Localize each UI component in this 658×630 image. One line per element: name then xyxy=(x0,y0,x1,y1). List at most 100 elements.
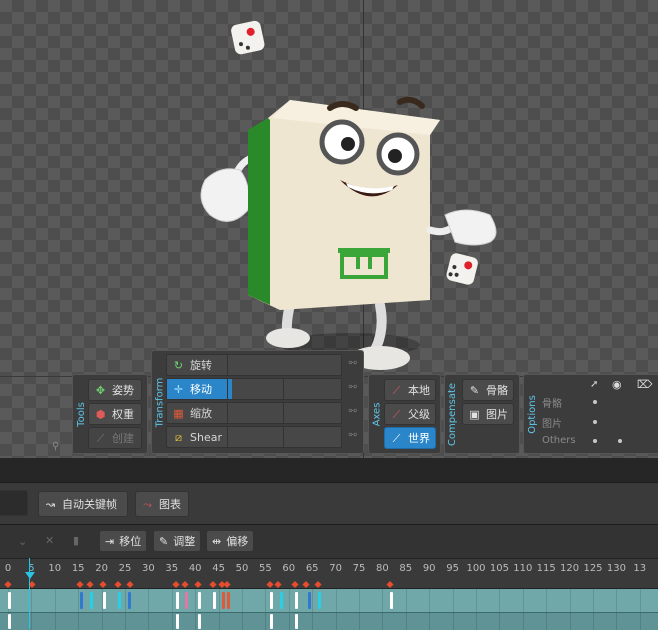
keyframe-marker[interactable] xyxy=(314,580,322,589)
transform-panel: Transform ↻ 旋转 ⚯ ✛ 移动 ⚯ ▦ 缩放 ⚯ ⧄ Shear ⚯ xyxy=(151,350,364,454)
keyframe-marker[interactable] xyxy=(386,580,394,589)
ruler-tick: 13 xyxy=(633,563,647,574)
scale-row[interactable]: ▦ 缩放 ⚯ xyxy=(166,402,357,424)
world-button[interactable]: ⟋ 世界 xyxy=(384,427,436,449)
key-marker[interactable] xyxy=(128,592,131,609)
keyframe-marker[interactable] xyxy=(4,580,12,589)
pose-button[interactable]: ✥ 姿势 xyxy=(88,379,142,401)
ruler-tick: 95 xyxy=(446,563,459,574)
shift-button[interactable]: ⇹ 偏移 xyxy=(206,530,254,552)
option-row-bones: 骨骼 xyxy=(542,399,562,410)
playhead-handle[interactable] xyxy=(25,572,35,579)
option-toggle[interactable] xyxy=(593,439,597,443)
keyframe-marker[interactable] xyxy=(181,580,189,589)
ruler-tick: 110 xyxy=(513,563,533,574)
parent-button[interactable]: ⟋ 父级 xyxy=(384,403,436,425)
key-icon[interactable]: ⌄ xyxy=(18,535,27,548)
autokey-button[interactable]: ↝ 自动关键帧 xyxy=(38,491,128,517)
key-marker[interactable] xyxy=(270,592,273,609)
local-axis-icon: ⟋ xyxy=(392,383,401,397)
key-marker[interactable] xyxy=(308,592,311,609)
keyframe-marker[interactable] xyxy=(114,580,122,589)
character-illustration[interactable] xyxy=(190,20,520,380)
key-marker[interactable] xyxy=(213,592,216,609)
partial-field[interactable] xyxy=(0,490,28,516)
keyframe-marker[interactable] xyxy=(302,580,310,589)
keyframe-marker[interactable] xyxy=(126,580,134,589)
keyframe-marker[interactable] xyxy=(194,580,202,589)
compensate-bones-button[interactable]: ✎ 骨骼 xyxy=(462,379,514,401)
key-marker[interactable] xyxy=(176,614,179,629)
link-icon[interactable]: ⚯ xyxy=(349,382,357,393)
trash-icon[interactable]: ▮ xyxy=(73,534,79,547)
timeline-track-lower[interactable] xyxy=(0,612,658,630)
keyframe-marker[interactable] xyxy=(291,580,299,589)
timeline-ruler[interactable]: 0 5 10 15 20 25 30 35 40 45 50 55 60 65 70 75 80 85 90 95 10… xyxy=(0,558,658,589)
ruler-tick: 85 xyxy=(399,563,413,574)
adjust-button[interactable]: ✎ 调整 xyxy=(153,530,201,552)
offset-icon: ⇥ xyxy=(105,534,115,548)
local-button[interactable]: ⟋ 本地 xyxy=(384,379,436,401)
lock-icon[interactable]: ⚲ xyxy=(52,441,59,452)
keyframe-marker[interactable] xyxy=(223,580,231,589)
key-marker[interactable] xyxy=(8,614,11,629)
option-toggle[interactable] xyxy=(593,420,597,424)
create-button[interactable]: ⟋ 创建 xyxy=(88,427,142,449)
keyframe-marker[interactable] xyxy=(99,580,107,589)
key-marker[interactable] xyxy=(227,592,230,609)
option-row-others: Others xyxy=(542,435,576,446)
keyframe-marker[interactable] xyxy=(76,580,84,589)
keyframe-marker[interactable] xyxy=(172,580,180,589)
key-marker[interactable] xyxy=(270,614,273,629)
keyframe-marker[interactable] xyxy=(86,580,94,589)
option-row-images: 图片 xyxy=(542,419,562,430)
ruler-tick: 55 xyxy=(259,563,272,574)
graph-icon: ⤳ xyxy=(143,497,152,511)
rotate-icon: ↻ xyxy=(173,358,184,372)
pencil-icon: ✎ xyxy=(159,534,169,548)
ruler-tick: 125 xyxy=(583,563,603,574)
key-marker[interactable] xyxy=(198,592,201,609)
ruler-tick: 65 xyxy=(305,563,319,574)
option-toggle[interactable] xyxy=(593,400,597,404)
keyframe-marker[interactable] xyxy=(274,580,282,589)
create-icon: ⟋ xyxy=(96,431,105,445)
key-marker[interactable] xyxy=(90,592,93,609)
weight-button[interactable]: ⬢ 权重 xyxy=(88,403,142,425)
key-marker[interactable] xyxy=(295,592,298,609)
link-icon[interactable]: ⚯ xyxy=(349,406,357,417)
option-toggle[interactable] xyxy=(618,439,622,443)
link-icon[interactable]: ⚯ xyxy=(349,358,357,369)
ruler-tick: 80 xyxy=(376,563,389,574)
key-marker[interactable] xyxy=(280,592,283,609)
timeline-track[interactable] xyxy=(0,588,658,613)
graph-button[interactable]: ⤳ 图表 xyxy=(135,491,189,517)
key-marker[interactable] xyxy=(318,592,321,609)
key-marker[interactable] xyxy=(295,614,298,629)
key-marker[interactable] xyxy=(185,592,188,609)
rotate-row[interactable]: ↻ 旋转 ⚯ xyxy=(166,354,357,376)
shear-row[interactable]: ⧄ Shear ⚯ xyxy=(166,426,357,448)
keyframe-marker[interactable] xyxy=(209,580,217,589)
key-marker[interactable] xyxy=(103,592,106,609)
ruler-tick: 10 xyxy=(48,563,62,574)
key-marker[interactable] xyxy=(80,592,83,609)
key-marker[interactable] xyxy=(176,592,179,609)
close-icon[interactable]: ✕ xyxy=(45,534,54,547)
keyframe-marker[interactable] xyxy=(266,580,274,589)
key-marker[interactable] xyxy=(222,592,225,609)
translate-row[interactable]: ✛ 移动 ⚯ xyxy=(166,378,357,400)
shear-icon: ⧄ xyxy=(175,430,182,444)
link-icon[interactable]: ⚯ xyxy=(349,430,357,441)
tag-icon: ⌦ xyxy=(637,378,653,391)
canvas-viewport[interactable]: ⚲ Tools ✥ 姿势 ⬢ 权重 ⟋ 创建 Transform ↻ 旋转 ⚯ ✛… xyxy=(0,0,658,458)
compensate-title: Compensate xyxy=(447,382,459,446)
key-marker[interactable] xyxy=(8,592,11,609)
key-marker[interactable] xyxy=(118,592,121,609)
offset-position-button[interactable]: ⇥ 移位 xyxy=(99,530,147,552)
key-marker[interactable] xyxy=(390,592,393,609)
playhead[interactable] xyxy=(29,558,30,629)
compensate-images-button[interactable]: ▣ 图片 xyxy=(462,403,514,425)
key-marker[interactable] xyxy=(198,614,201,629)
dopesheet-toolbar: ↝ 自动关键帧 ⤳ 图表 xyxy=(0,482,658,525)
